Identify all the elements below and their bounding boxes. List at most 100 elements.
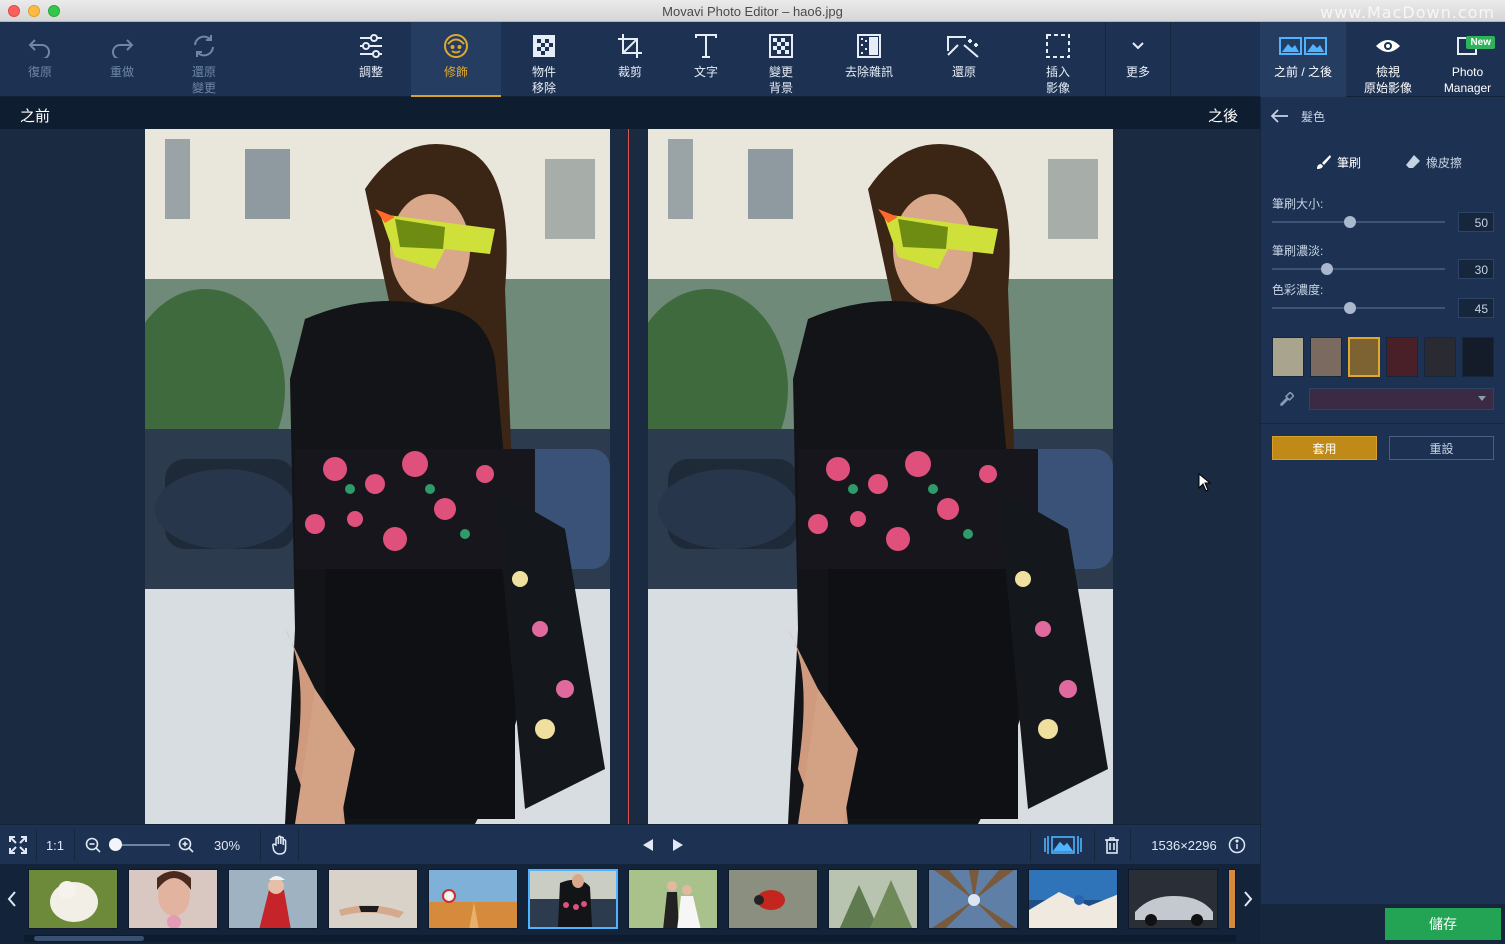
color-intensity-slider[interactable] (1272, 307, 1445, 309)
change-background-tool[interactable]: 變更 背景 (741, 22, 821, 97)
triangle-left-icon (643, 839, 653, 851)
color-intensity-value[interactable]: 45 (1458, 298, 1494, 318)
filmstrip-thumbnail[interactable] (328, 869, 418, 929)
filmstrip-thumbnail[interactable] (828, 869, 918, 929)
filmstrip-thumbnail[interactable] (1228, 869, 1236, 929)
brush-softness-slider[interactable] (1272, 268, 1445, 270)
zoom-slider-handle[interactable] (109, 838, 122, 851)
brush-size-handle[interactable] (1343, 216, 1356, 228)
object-removal-icon (531, 32, 557, 60)
eyedropper-button[interactable] (1272, 388, 1302, 410)
previous-image-button[interactable] (636, 825, 660, 865)
filmstrip-scroll-right[interactable] (1236, 864, 1260, 934)
bottombar-divider (1130, 829, 1131, 861)
after-photo[interactable] (648, 129, 1113, 824)
filmstrip-thumbnail[interactable] (1028, 869, 1118, 929)
brush-size-slider[interactable] (1272, 221, 1445, 223)
chevron-right-icon (1244, 891, 1253, 907)
redo-icon (109, 32, 135, 60)
bottombar-divider (260, 829, 261, 861)
brush-icon (1316, 155, 1331, 169)
filmstrip-scroll-left[interactable] (0, 864, 24, 934)
bottombar-divider (1094, 829, 1095, 861)
hair-color-panel: 髮色 筆刷 橡皮擦 筆刷大小: 50 筆刷濃淡: 30 色彩濃度: 45 套用 … (1260, 97, 1505, 944)
zoom-slider-track[interactable] (115, 844, 170, 846)
after-label: 之後 (1207, 108, 1238, 125)
magic-wand-icon (946, 32, 982, 60)
filmstrip-thumbnail[interactable] (728, 869, 818, 929)
more-tools-button[interactable]: 更多 (1106, 22, 1170, 97)
color-swatch[interactable] (1424, 337, 1456, 377)
zoom-out-button[interactable] (82, 825, 104, 865)
adjust-tool[interactable]: 調整 (331, 22, 411, 97)
save-button[interactable]: 儲存 (1385, 908, 1501, 940)
eraser-mode-button[interactable]: 橡皮擦 (1386, 147, 1481, 177)
filmstrip-thumbnail[interactable] (628, 869, 718, 929)
before-label: 之前 (20, 108, 51, 125)
image-info-button[interactable] (1226, 825, 1248, 865)
filmstrip-thumbnail[interactable] (428, 869, 518, 929)
apply-button[interactable]: 套用 (1272, 436, 1377, 460)
restore-tool[interactable]: 還原 (924, 22, 1004, 97)
brush-softness-handle[interactable] (1321, 263, 1334, 275)
filmstrip-thumbnail-selected[interactable] (528, 869, 618, 929)
filmstrip (0, 864, 1260, 944)
filmstrip-scrollbar[interactable] (24, 935, 1236, 942)
before-photo[interactable] (145, 129, 610, 824)
revert-changes-button[interactable]: 還原 變更 (164, 22, 244, 97)
photo-manager-button[interactable]: Photo Manager (1430, 22, 1505, 97)
filmstrip-scrollbar-thumb[interactable] (34, 936, 144, 941)
next-image-button[interactable] (666, 825, 690, 865)
compare-view-toggle[interactable] (1040, 825, 1086, 865)
split-line (628, 129, 629, 824)
custom-color-dropdown[interactable] (1309, 388, 1494, 410)
info-icon (1228, 836, 1246, 854)
triangle-right-icon (673, 839, 683, 851)
view-original-button[interactable]: 檢視 原始影像 (1348, 22, 1428, 97)
brush-softness-value[interactable]: 30 (1458, 259, 1494, 279)
filmstrip-thumbnail[interactable] (1128, 869, 1218, 929)
bottombar-divider (36, 829, 37, 861)
before-after-button[interactable]: 之前 / 之後 (1260, 22, 1346, 97)
back-button[interactable] (1271, 109, 1289, 123)
reset-button[interactable]: 重設 (1389, 436, 1494, 460)
bottombar-divider (74, 829, 75, 861)
canvas-bottom-bar: 1:1 30% 1536×2296 (0, 824, 1260, 864)
color-intensity-handle[interactable] (1343, 302, 1356, 314)
bottombar-divider (1030, 829, 1031, 861)
object-removal-tool[interactable]: 物件 移除 (504, 22, 584, 97)
sliders-icon (358, 32, 384, 60)
undo-button[interactable]: 復原 (0, 22, 80, 97)
crop-icon (617, 32, 643, 60)
denoise-tool[interactable]: 去除雜訊 (829, 22, 909, 97)
pan-tool-button[interactable] (262, 825, 298, 865)
color-swatch-selected[interactable] (1348, 337, 1380, 377)
zoom-in-button[interactable] (175, 825, 197, 865)
filmstrip-thumbnail[interactable] (128, 869, 218, 929)
color-swatch[interactable] (1310, 337, 1342, 377)
revert-icon (191, 32, 217, 60)
brush-size-value[interactable]: 50 (1458, 212, 1494, 232)
text-tool[interactable]: 文字 (666, 22, 746, 97)
image-canvas[interactable] (0, 129, 1260, 824)
new-badge: New (1466, 36, 1495, 49)
view-toolbar: 之前 / 之後 檢視 原始影像 Photo Manager New (1260, 22, 1505, 97)
filmstrip-thumbnail[interactable] (28, 869, 118, 929)
crop-tool[interactable]: 裁剪 (590, 22, 670, 97)
filmstrip-thumbnail[interactable] (928, 869, 1018, 929)
delete-image-button[interactable] (1096, 825, 1128, 865)
retouch-tool[interactable]: 修飾 (411, 22, 501, 97)
brush-mode-button[interactable]: 筆刷 (1291, 147, 1386, 177)
actual-size-button[interactable]: 1:1 (38, 825, 72, 865)
filmstrip-thumbnail[interactable] (228, 869, 318, 929)
color-swatch[interactable] (1272, 337, 1304, 377)
change-background-icon (768, 32, 794, 60)
redo-button[interactable]: 重做 (82, 22, 162, 97)
insert-image-tool[interactable]: 插入 影像 (1018, 22, 1098, 97)
eye-icon (1374, 32, 1402, 60)
brush-softness-label: 筆刷濃淡: (1272, 244, 1324, 258)
color-swatch[interactable] (1462, 337, 1494, 377)
eyedropper-icon (1280, 392, 1294, 406)
fit-screen-button[interactable] (0, 825, 36, 865)
color-swatch[interactable] (1386, 337, 1418, 377)
